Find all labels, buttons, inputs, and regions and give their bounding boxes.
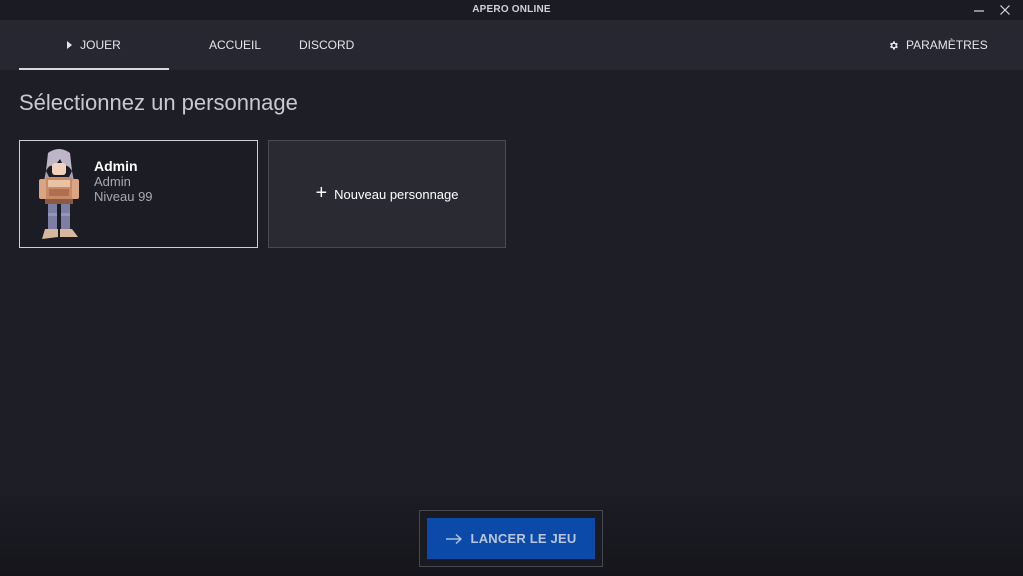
footer-bar: LANCER LE JEU bbox=[0, 496, 1023, 576]
launch-button-frame: LANCER LE JEU bbox=[419, 510, 603, 567]
settings-label: PARAMÈTRES bbox=[906, 38, 988, 52]
tab-discord[interactable]: DISCORD bbox=[299, 20, 354, 70]
new-character-button[interactable]: + Nouveau personnage bbox=[268, 140, 506, 248]
tab-discord-label: DISCORD bbox=[299, 38, 355, 52]
launch-game-label: LANCER LE JEU bbox=[470, 531, 577, 546]
gear-icon bbox=[890, 40, 898, 50]
character-avatar bbox=[39, 149, 79, 239]
close-button[interactable] bbox=[995, 1, 1015, 19]
tab-home[interactable]: ACCUEIL bbox=[209, 20, 261, 70]
app-title: APERO ONLINE bbox=[472, 4, 551, 15]
launch-game-button[interactable]: LANCER LE JEU bbox=[427, 518, 595, 559]
new-character-label: Nouveau personnage bbox=[334, 186, 459, 202]
active-tab-indicator bbox=[19, 68, 169, 70]
minimize-icon bbox=[974, 10, 984, 12]
page-title: Sélectionnez un personnage bbox=[19, 90, 298, 115]
character-class: Admin bbox=[94, 174, 131, 189]
character-card[interactable]: Admin Admin Niveau 99 bbox=[19, 140, 258, 248]
tab-play[interactable]: JOUER bbox=[19, 20, 169, 70]
arrow-right-icon bbox=[445, 533, 462, 544]
title-bar: APERO ONLINE bbox=[0, 0, 1023, 20]
tab-home-label: ACCUEIL bbox=[209, 38, 262, 52]
plus-icon: + bbox=[315, 182, 328, 204]
character-level: Niveau 99 bbox=[94, 189, 153, 204]
character-name: Admin bbox=[94, 158, 138, 174]
nav-bar: JOUER ACCUEIL DISCORD PARAMÈTRES bbox=[0, 20, 1023, 70]
tab-play-label: JOUER bbox=[80, 38, 121, 52]
close-icon bbox=[1000, 5, 1010, 15]
play-icon bbox=[67, 41, 73, 49]
launcher-window: APERO ONLINE JOUER ACCUEIL DISCORD PARAM… bbox=[0, 0, 1023, 576]
settings-button[interactable]: PARAMÈTRES bbox=[888, 20, 988, 70]
minimize-button[interactable] bbox=[969, 1, 989, 19]
